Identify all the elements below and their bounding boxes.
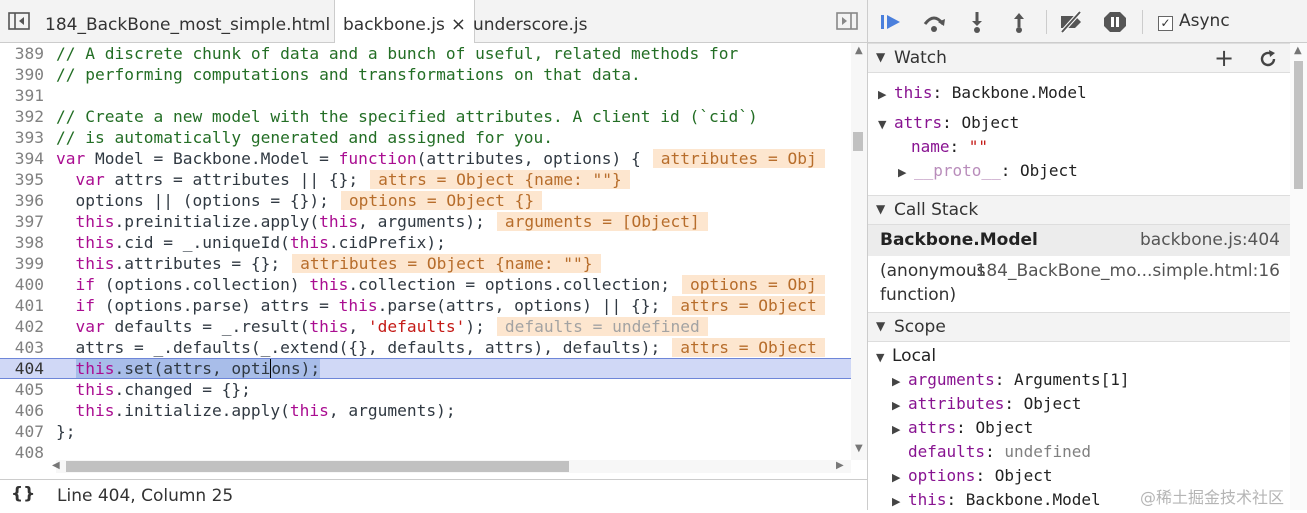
watch-item[interactable]: ▶ __proto__: Object <box>898 160 1078 182</box>
code-line: 402 var defaults = _.result(this, 'defau… <box>0 316 851 337</box>
editor-horizontal-scrollbar[interactable]: ◀ ▶ <box>52 460 851 473</box>
code-line: 407}; <box>14 422 76 441</box>
code-line: 394 var Model = Backbone.Model = function… <box>0 148 851 169</box>
collapse-triangle-icon: ▼ <box>878 118 887 131</box>
scroll-up-icon[interactable]: ▲ <box>855 45 863 56</box>
tab-label: backbone.js <box>343 15 445 35</box>
inline-value: attrs = Object <box>672 296 825 315</box>
scope-variable[interactable]: ▶ options: Object <box>892 465 1053 487</box>
tab-label: underscore.js <box>473 15 588 35</box>
sidebar-scrollbar[interactable]: ▲ <box>1290 43 1307 510</box>
refresh-icon[interactable] <box>1258 49 1278 69</box>
expand-triangle-icon: ▼ <box>876 202 886 216</box>
cursor-position: Line 404, Column 25 <box>57 486 234 506</box>
expand-triangle-icon: ▶ <box>878 88 887 101</box>
step-over-icon[interactable] <box>921 10 947 34</box>
pretty-print-button[interactable]: {} <box>11 484 35 504</box>
code-line: 391 <box>14 86 44 105</box>
scroll-down-icon[interactable]: ▼ <box>855 443 863 454</box>
resume-icon[interactable] <box>878 10 904 34</box>
step-into-icon[interactable] <box>964 10 990 34</box>
inline-value: attrs = Object <box>672 338 825 357</box>
code-line: 408 <box>14 443 44 460</box>
current-execution-line: 404 this.set(attrs, options); <box>0 358 851 379</box>
code-line: 405 this.changed = {}; <box>14 380 251 399</box>
inline-value: defaults = undefined <box>496 317 708 336</box>
callstack-frame[interactable]: (anonymous function) 184_BackBone_mo...s… <box>868 256 1290 312</box>
callstack-frame-selected[interactable]: Backbone.Model backbone.js:404 <box>868 225 1290 256</box>
scroll-thumb[interactable] <box>853 132 863 151</box>
watch-item[interactable]: ▶ this: Backbone.Model <box>878 82 1087 104</box>
inline-value: arguments = [Object] <box>496 212 708 231</box>
inline-value: attributes = Object {name: ""} <box>292 254 601 273</box>
inline-value: attributes = Obj <box>652 149 825 168</box>
expand-triangle-icon: ▶ <box>892 399 901 412</box>
code-line: 390// performing computations and transf… <box>14 65 641 84</box>
toggle-navigator-icon[interactable] <box>8 12 30 30</box>
deactivate-breakpoints-icon[interactable] <box>1058 10 1084 34</box>
toggle-debugger-icon[interactable] <box>836 12 858 30</box>
expand-triangle-icon: ▶ <box>892 423 901 436</box>
tab-184-backbone-html[interactable]: 184_BackBone_most_simple.html <box>37 0 338 42</box>
code-line: 396 options || (options = {}); options = … <box>0 190 851 211</box>
step-out-icon[interactable] <box>1006 10 1032 34</box>
scope-variable[interactable]: ▶ attrs: Object <box>892 417 1033 439</box>
callstack-section-header[interactable]: ▼ Call Stack <box>868 195 1290 225</box>
expand-triangle-icon: ▶ <box>898 166 907 179</box>
debugger-toolbar: ✓ Async <box>868 0 1307 43</box>
expand-triangle-icon: ▼ <box>876 50 886 64</box>
checkbox-checked-icon[interactable]: ✓ <box>1158 16 1173 31</box>
code-line: 389// A discrete chunk of data and a bun… <box>14 44 739 63</box>
code-line: 403 attrs = _.defaults(_.extend({}, defa… <box>0 337 851 358</box>
scope-variable[interactable]: ▶ this: Backbone.Model <box>892 489 1101 511</box>
inline-value: options = Obj <box>682 275 825 294</box>
scope-variable[interactable]: ▶ arguments: Arguments[1] <box>892 369 1130 391</box>
code-line: 406 this.initialize.apply(this, argument… <box>14 401 456 420</box>
expand-triangle-icon: ▶ <box>892 375 901 388</box>
scroll-up-icon[interactable]: ▲ <box>1294 45 1302 56</box>
inline-value: options = Object {} <box>340 191 543 210</box>
code-line: 399 this.attributes = {}; attributes = Ob… <box>0 253 851 274</box>
scope-variable[interactable]: ▶ attributes: Object <box>892 393 1081 415</box>
pause-on-exceptions-icon[interactable] <box>1102 10 1128 34</box>
code-editor[interactable]: 389// A discrete chunk of data and a bun… <box>0 43 851 460</box>
scope-variable[interactable]: defaults: undefined <box>908 441 1091 463</box>
code-line: 400 if (options.collection) this.collect… <box>0 274 851 295</box>
editor-tab-bar: 184_BackBone_most_simple.html backbone.j… <box>0 0 867 43</box>
tab-backbone-js[interactable]: backbone.js × <box>334 0 475 43</box>
expand-triangle-icon: ▼ <box>876 319 886 333</box>
watch-item[interactable]: name: "" <box>911 136 988 158</box>
code-line: 401 if (options.parse) attrs = this.pars… <box>0 295 851 316</box>
code-line: 395 var attrs = attributes || {}; attrs =… <box>0 169 851 190</box>
toolbar-separator <box>1142 10 1143 34</box>
editor-vertical-scrollbar[interactable]: ▲ ▼ <box>851 43 867 460</box>
tab-underscore-js[interactable]: underscore.js <box>465 0 595 42</box>
scroll-left-icon[interactable]: ◀ <box>52 460 60 471</box>
watch-section-header[interactable]: ▼ Watch + <box>868 43 1290 73</box>
async-checkbox[interactable]: ✓ Async <box>1158 11 1230 31</box>
code-line: 397 this.preinitialize.apply(this, argum… <box>0 211 851 232</box>
inline-value: attrs = Object {name: ""} <box>370 170 630 189</box>
watermark: @稀土掘金技术社区 <box>1140 488 1285 507</box>
watch-item[interactable]: ▼ attrs: Object <box>878 112 1019 134</box>
source-panel: 184_BackBone_most_simple.html backbone.j… <box>0 0 868 510</box>
scope-local-header[interactable]: ▼ Local <box>876 345 936 367</box>
debugger-sidebar: ✓ Async ▼ Watch + ▶ this: Backbone.Model ▼… <box>868 0 1307 510</box>
add-watch-icon[interactable]: + <box>1214 44 1234 72</box>
expand-triangle-icon: ▶ <box>892 471 901 484</box>
code-line: 393// is automatically generated and ass… <box>14 128 554 147</box>
scope-section-header[interactable]: ▼ Scope <box>868 312 1290 342</box>
tab-label: 184_BackBone_most_simple.html <box>45 15 331 35</box>
code-line: 398 this.cid = _.uniqueId(this.cidPrefix… <box>14 233 446 252</box>
collapse-triangle-icon: ▼ <box>876 351 885 364</box>
scroll-thumb[interactable] <box>1294 61 1303 189</box>
scroll-right-icon[interactable]: ▶ <box>836 460 844 471</box>
scroll-thumb[interactable] <box>66 461 569 472</box>
editor-status-bar: {} Line 404, Column 25 <box>0 479 867 510</box>
code-line: 392// Create a new model with the specif… <box>14 107 758 126</box>
toolbar-separator <box>1046 10 1047 34</box>
